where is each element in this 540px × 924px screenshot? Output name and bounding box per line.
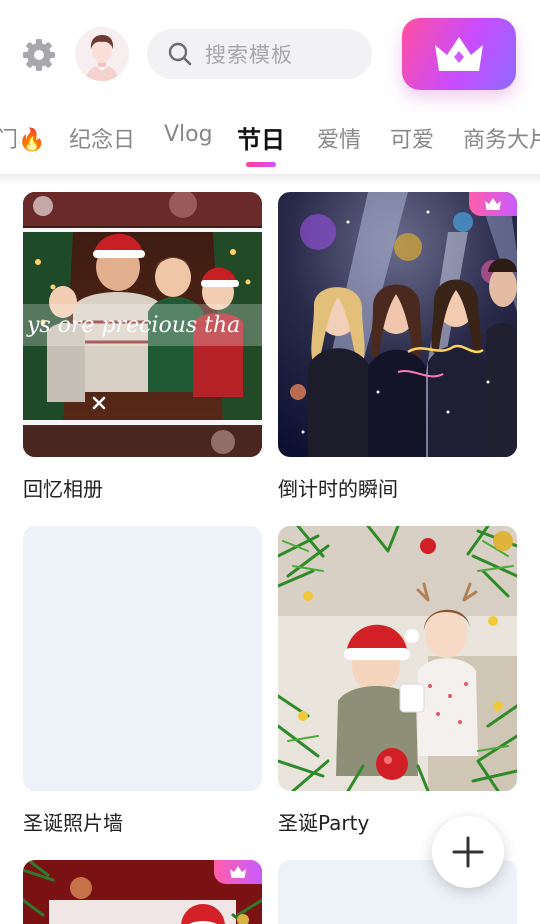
vip-button[interactable]: [402, 18, 516, 90]
tab-hot[interactable]: 门🔥: [0, 122, 45, 154]
template-card[interactable]: 倒计时的瞬间: [278, 192, 517, 501]
tab-cute[interactable]: 可爱: [390, 122, 434, 154]
tab-anniversary[interactable]: 纪念日: [69, 122, 135, 154]
search-input[interactable]: 搜索模板: [205, 39, 293, 69]
template-thumbnail[interactable]: [23, 860, 262, 924]
create-button[interactable]: [432, 816, 504, 888]
tab-love[interactable]: 爱情: [317, 122, 361, 154]
family-christmas-photo: ys ore precious tha: [23, 192, 262, 457]
template-thumbnail[interactable]: ys ore precious tha: [23, 192, 262, 457]
search-icon: [168, 42, 192, 66]
gear-icon[interactable]: [21, 37, 57, 73]
template-thumbnail[interactable]: [278, 526, 517, 791]
search-bar[interactable]: 搜索模板: [147, 29, 372, 79]
crown-icon: [435, 37, 483, 71]
avatar-illustration: [75, 27, 129, 81]
template-title: 圣诞照片墙: [23, 811, 123, 835]
christmas-kids-photo: [278, 526, 517, 791]
template-thumbnail[interactable]: [278, 192, 517, 457]
premium-badge: [469, 192, 517, 216]
template-title: 倒计时的瞬间: [278, 477, 398, 501]
template-title: 回忆相册: [23, 477, 103, 501]
tab-business[interactable]: 商务大片: [463, 122, 540, 154]
header-divider: [0, 174, 540, 184]
category-tabs: 门🔥 纪念日 Vlog 节日 爱情 可爱 商务大片: [0, 110, 540, 172]
overlay-script-text: ys ore precious tha: [26, 313, 240, 338]
template-card[interactable]: ys ore precious tha 回忆相册: [23, 192, 262, 501]
premium-badge: [214, 860, 262, 884]
crown-icon: [485, 198, 501, 210]
user-avatar[interactable]: [75, 27, 129, 81]
template-thumbnail-placeholder[interactable]: [23, 526, 262, 791]
tab-vlog[interactable]: Vlog: [164, 122, 213, 147]
plus-icon: [452, 836, 484, 868]
template-card[interactable]: [23, 860, 262, 924]
template-card[interactable]: 圣诞照片墙: [23, 526, 262, 835]
active-tab-indicator: [246, 162, 276, 167]
crown-icon: [230, 866, 246, 878]
template-card[interactable]: 圣诞Party: [278, 526, 517, 835]
party-countdown-photo: [278, 192, 517, 457]
tab-holiday[interactable]: 节日: [237, 120, 285, 155]
top-bar: 搜索模板: [0, 0, 540, 110]
